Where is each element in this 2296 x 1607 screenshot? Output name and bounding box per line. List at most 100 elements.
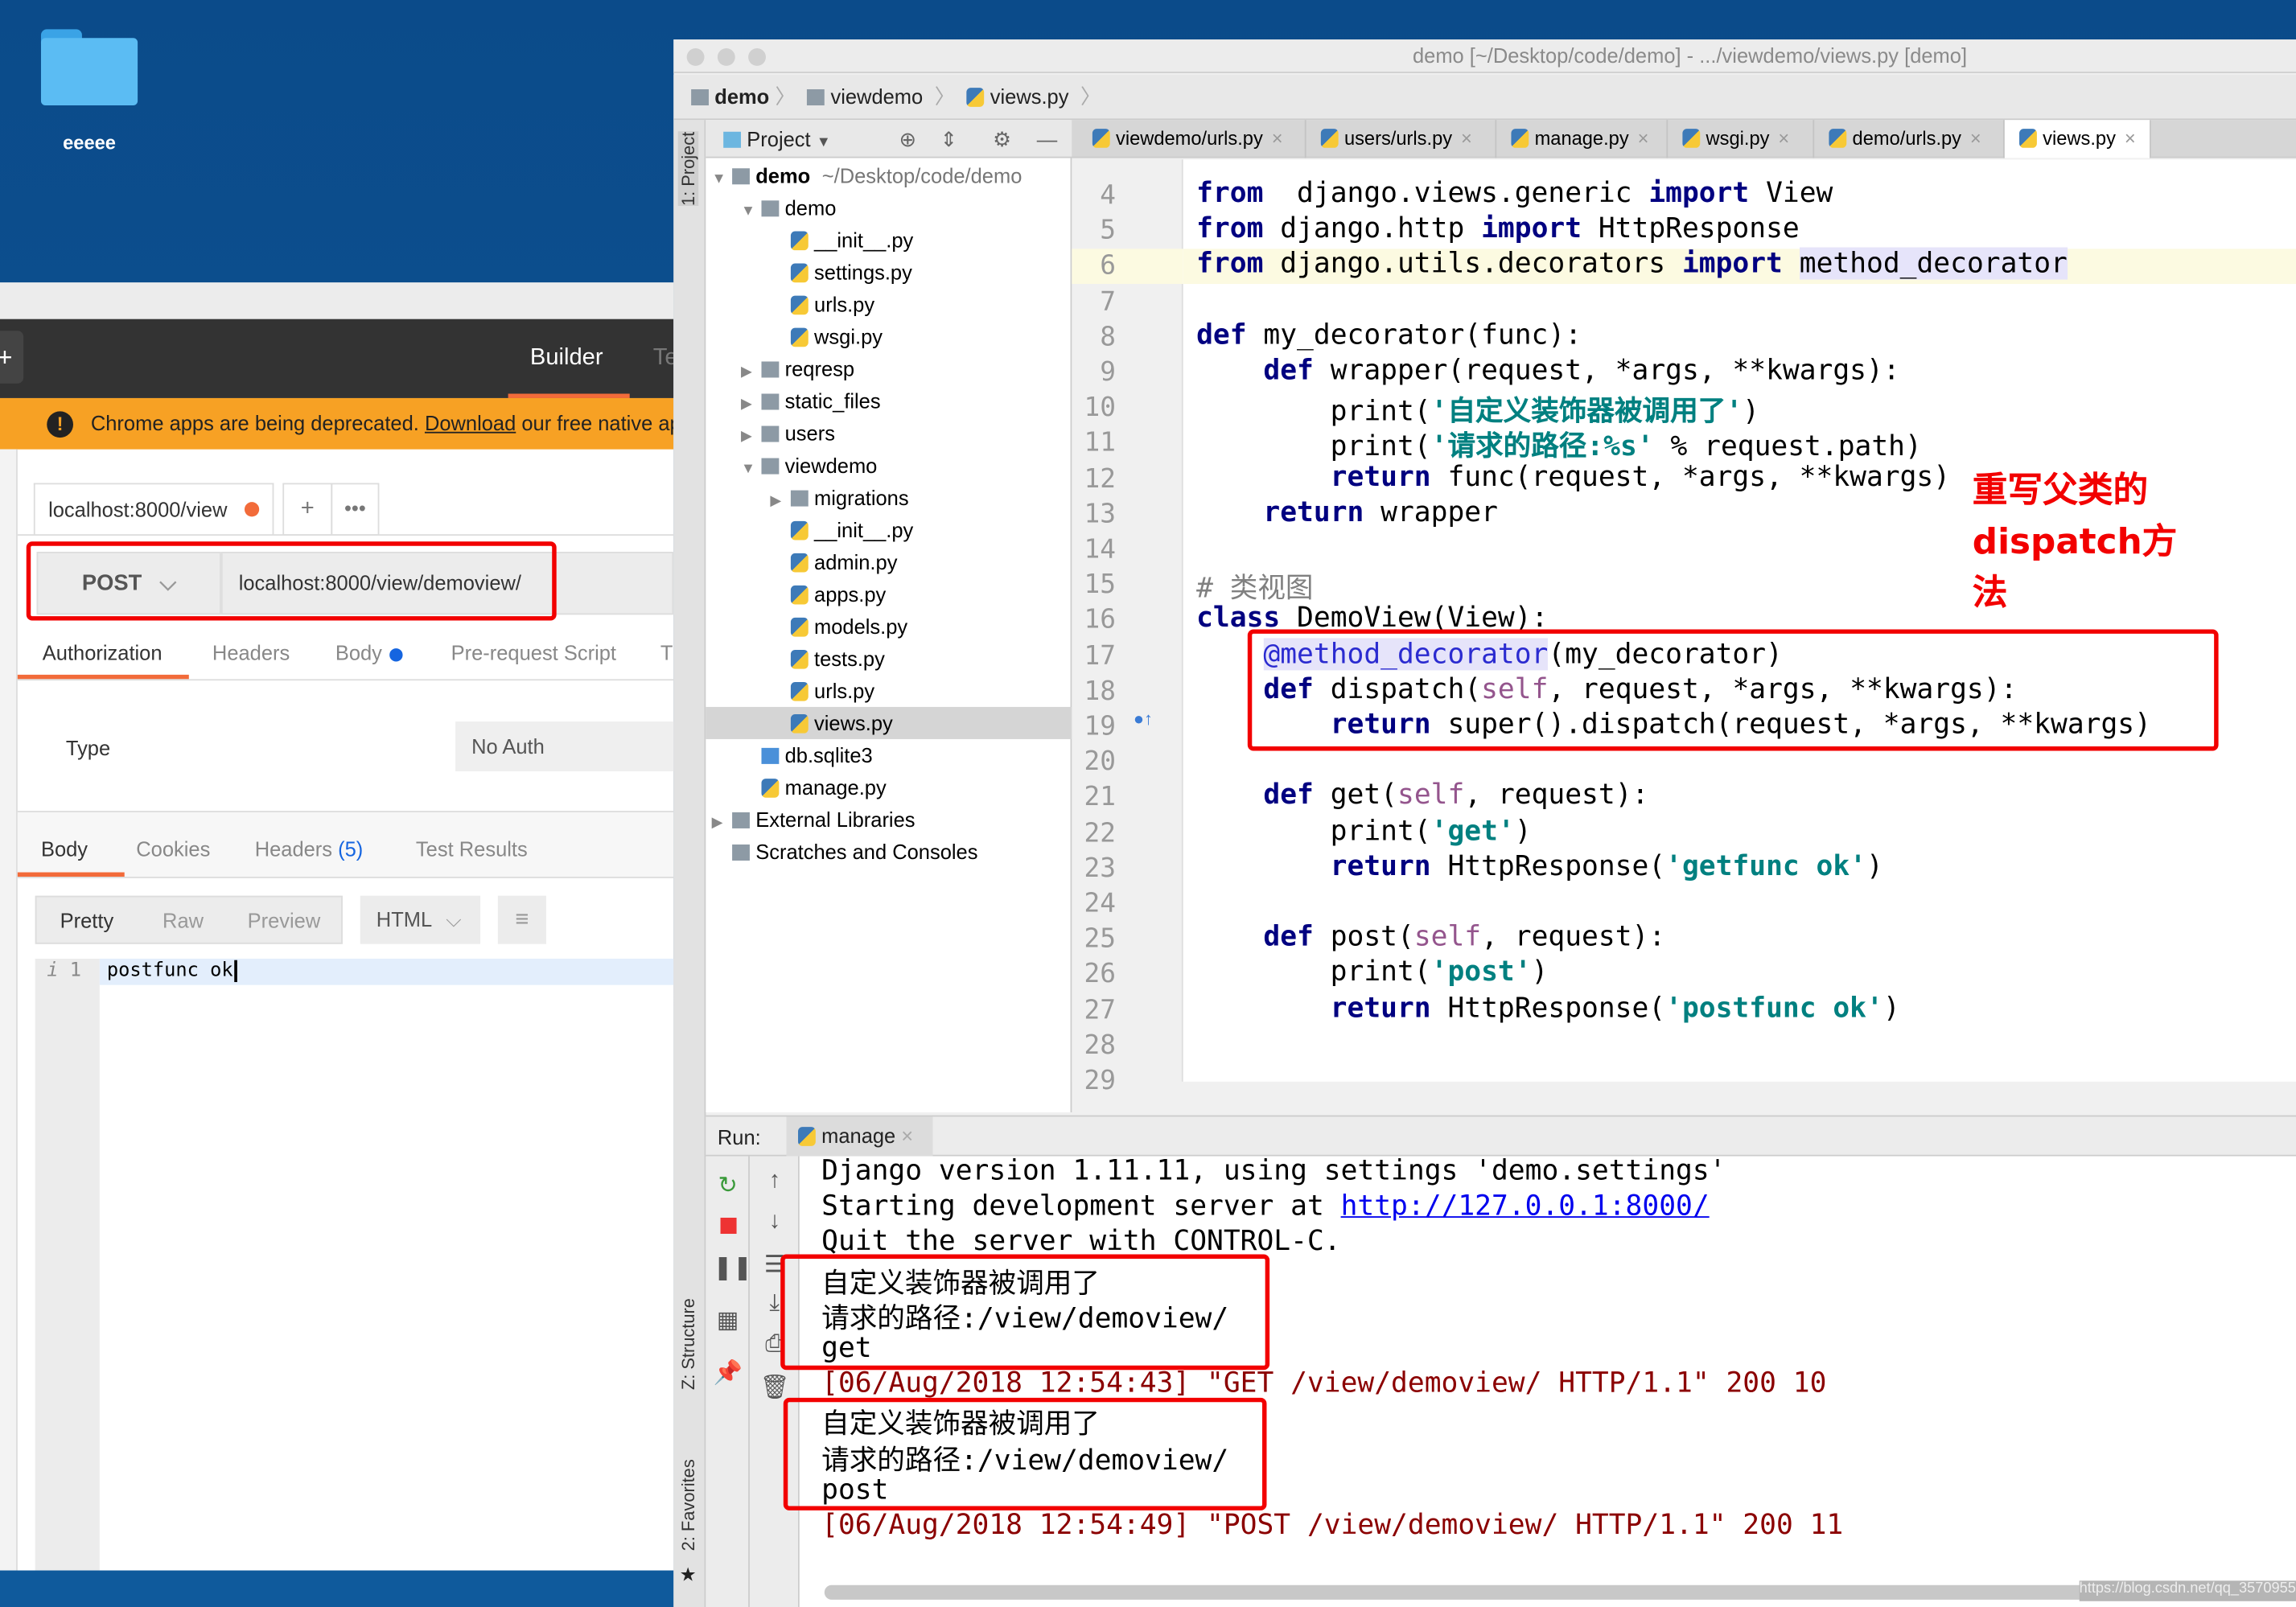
arrow-up-icon[interactable]: ↑: [760, 1168, 789, 1194]
tree-item[interactable]: manage.py: [706, 771, 1072, 804]
pause-icon[interactable]: ❚❚: [713, 1253, 752, 1282]
breadcrumb-demo[interactable]: demo: [691, 85, 769, 109]
horizontal-scrollbar[interactable]: [824, 1584, 2296, 1600]
tree-item[interactable]: views.py: [706, 706, 1072, 739]
deprecation-banner: Chrome apps are being deprecated. Downlo…: [0, 397, 674, 450]
code-editor[interactable]: from django.views.generic import View fro…: [1183, 159, 2296, 1082]
tree-item[interactable]: db.sqlite3: [706, 739, 1072, 771]
tree-item[interactable]: tests.py: [706, 643, 1072, 675]
line-number: 5: [1100, 215, 1116, 247]
wrap-lines-icon[interactable]: ≡: [497, 895, 546, 944]
favorites-tool-button[interactable]: 2: Favorites: [678, 1459, 698, 1551]
tab-pre-request-script[interactable]: Pre-request Script: [451, 641, 616, 664]
pretty-button[interactable]: Pretty: [60, 909, 114, 932]
format-select[interactable]: HTML ⌵: [360, 895, 481, 944]
tree-item[interactable]: ▶ static_files: [706, 385, 1072, 417]
tab-response-body[interactable]: Body: [41, 837, 88, 861]
tree-item[interactable]: wsgi.py: [706, 321, 1072, 353]
rerun-icon[interactable]: ↻: [713, 1171, 742, 1200]
close-icon[interactable]: ×: [1272, 127, 1283, 149]
tree-item-label: viewdemo: [784, 454, 878, 478]
editor-tab[interactable]: wsgi.py ×: [1668, 120, 1815, 158]
collapse-icon[interactable]: ⇕: [940, 120, 957, 158]
new-tab-button[interactable]: +: [282, 483, 333, 536]
pin-icon[interactable]: 📌: [713, 1358, 742, 1387]
tree-item[interactable]: __init__.py: [706, 224, 1072, 256]
tree-item[interactable]: Scratches and Consoles: [706, 836, 1072, 868]
raw-button[interactable]: Raw: [163, 909, 204, 932]
close-button[interactable]: [686, 48, 705, 66]
run-console[interactable]: Django version 1.11.11, using settings '…: [799, 1156, 2296, 1607]
project-tool-button[interactable]: 1: Project: [677, 131, 699, 207]
tab-headers[interactable]: Headers: [212, 641, 290, 664]
token: print(: [1196, 430, 1431, 463]
run-tab-manage[interactable]: manage ×: [786, 1116, 933, 1157]
tree-item[interactable]: __init__.py: [706, 514, 1072, 546]
request-tab[interactable]: localhost:8000/view: [33, 483, 274, 536]
new-button[interactable]: +: [0, 331, 24, 384]
close-icon[interactable]: ×: [901, 1124, 913, 1148]
close-icon[interactable]: ×: [1638, 127, 1649, 149]
tab-tests[interactable]: T: [660, 641, 673, 664]
tree-item[interactable]: urls.py: [706, 675, 1072, 707]
tab-body[interactable]: Body: [335, 641, 382, 664]
close-icon[interactable]: ×: [1778, 127, 1789, 149]
tree-item[interactable]: apps.py: [706, 578, 1072, 610]
structure-tool-button[interactable]: Z: Structure: [678, 1298, 698, 1390]
auth-type-select[interactable]: No Auth: [455, 721, 674, 771]
builder-tab[interactable]: Builder: [530, 345, 603, 372]
python-file-icon: [761, 779, 780, 798]
hide-icon[interactable]: —: [1037, 120, 1057, 158]
token: django.views.generic: [1263, 177, 1649, 210]
download-link[interactable]: Download: [425, 411, 516, 434]
response-editor[interactable]: [35, 958, 674, 1571]
trash-icon[interactable]: 🗑: [760, 1373, 790, 1402]
team-tab[interactable]: Te: [653, 345, 673, 372]
breadcrumb-viewdemo[interactable]: viewdemo: [807, 85, 928, 109]
tree-item[interactable]: models.py: [706, 610, 1072, 643]
python-file-icon: [1092, 129, 1110, 148]
zoom-button[interactable]: [748, 48, 766, 66]
tree-item[interactable]: ▼ viewdemo: [706, 450, 1072, 482]
locate-icon[interactable]: ⊕: [899, 120, 916, 158]
tab-test-results[interactable]: Test Results: [416, 837, 528, 861]
tree-item[interactable]: urls.py: [706, 288, 1072, 320]
editor-tab[interactable]: manage.py ×: [1496, 120, 1669, 158]
tree-item[interactable]: ▶ External Libraries: [706, 804, 1072, 836]
tree-item[interactable]: ▶ migrations: [706, 482, 1072, 514]
tree-item[interactable]: ▼ demo: [706, 191, 1072, 224]
breadcrumb-views[interactable]: views.py: [966, 85, 1075, 109]
close-icon[interactable]: ×: [1970, 127, 1981, 149]
python-file-icon: [1511, 129, 1529, 148]
token-kw: def: [1263, 354, 1314, 387]
tree-item-label: settings.py: [814, 260, 912, 285]
editor-tab[interactable]: demo/urls.py ×: [1814, 120, 2005, 158]
close-icon[interactable]: ×: [2125, 127, 2136, 149]
code-line: return func(request, *args, **kwargs): [1196, 460, 1950, 492]
tree-item[interactable]: ▶ reqresp: [706, 353, 1072, 385]
editor-tab[interactable]: users/urls.py ×: [1306, 120, 1497, 158]
editor-tab[interactable]: views.py ×: [2004, 120, 2151, 158]
close-icon[interactable]: ×: [1461, 127, 1472, 149]
tab-cookies[interactable]: Cookies: [136, 837, 210, 861]
preview-button[interactable]: Preview: [248, 909, 321, 932]
stop-icon[interactable]: [713, 1214, 742, 1241]
tab-authorization[interactable]: Authorization: [43, 641, 163, 664]
project-view-select[interactable]: Project: [747, 127, 810, 150]
editor-tab[interactable]: viewdemo/urls.py ×: [1078, 120, 1306, 158]
arrow-down-icon[interactable]: ↓: [760, 1209, 789, 1235]
breakpoint-override-icon[interactable]: ●↑: [1134, 709, 1153, 729]
tree-item[interactable]: admin.py: [706, 546, 1072, 578]
tab-response-headers[interactable]: Headers (5): [255, 837, 364, 861]
gear-icon[interactable]: ⚙: [993, 120, 1011, 158]
folder-icon[interactable]: [40, 29, 138, 106]
more-tabs-button[interactable]: •••: [331, 483, 380, 536]
minimize-button[interactable]: [717, 48, 735, 66]
editor-tab-label: wsgi.py: [1706, 127, 1770, 150]
tree-item[interactable]: ▼ demo ~/Desktop/code/demo: [706, 159, 1072, 191]
tree-item[interactable]: settings.py: [706, 256, 1072, 288]
token: HttpResponse(: [1430, 992, 1666, 1025]
layout-icon[interactable]: ▦: [713, 1305, 742, 1334]
tree-item[interactable]: ▶ users: [706, 417, 1072, 450]
server-link[interactable]: http://127.0.0.1:8000/: [1341, 1190, 1710, 1223]
